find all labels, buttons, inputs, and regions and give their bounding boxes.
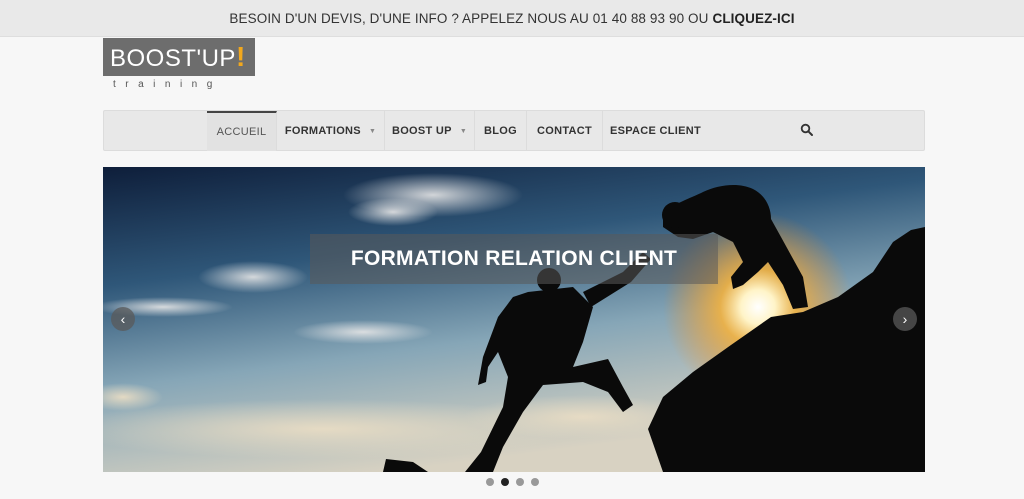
logo-box: BOOST'UP! — [103, 38, 255, 76]
nav-item-contact[interactable]: CONTACT — [527, 111, 603, 151]
slider-dot[interactable] — [516, 478, 524, 486]
slider-dot-active[interactable] — [501, 478, 509, 486]
top-banner: BESOIN D'UN DEVIS, D'UNE INFO ? APPELEZ … — [0, 0, 1024, 37]
nav-item-formations[interactable]: FORMATIONS ▼ — [277, 111, 385, 151]
slider-pagination — [486, 478, 539, 486]
nav-item-label: FORMATIONS — [284, 125, 361, 137]
nav-item-label: CONTACT — [536, 125, 593, 137]
nav-item-label: ACCUEIL — [216, 126, 267, 138]
nav-item-accueil[interactable]: ACCUEIL — [207, 111, 277, 151]
logo-brand: BOOST'UP — [110, 45, 236, 72]
nav-item-boost-up[interactable]: BOOST UP ▼ — [385, 111, 475, 151]
search-icon[interactable] — [800, 123, 814, 137]
nav-item-label: BOOST UP — [391, 125, 452, 137]
banner-cta-link[interactable]: CLIQUEZ-ICI — [712, 11, 794, 26]
slider-dot[interactable] — [486, 478, 494, 486]
slider-prev-button[interactable]: ‹ — [111, 307, 135, 331]
logo-tagline: training — [113, 79, 222, 90]
hero-slider: FORMATION RELATION CLIENT ‹ › — [103, 167, 925, 472]
nav-item-label: ESPACE CLIENT — [609, 125, 702, 137]
slider-next-button[interactable]: › — [893, 307, 917, 331]
slider-dot[interactable] — [531, 478, 539, 486]
nav-item-label: BLOG — [484, 125, 517, 137]
hero-image — [103, 167, 925, 472]
chevron-right-icon: › — [902, 311, 908, 327]
banner-message: BESOIN D'UN DEVIS, D'UNE INFO ? APPELEZ … — [229, 10, 709, 26]
caret-down-icon: ▼ — [368, 127, 377, 135]
main-navigation: ACCUEIL FORMATIONS ▼ BOOST UP ▼ BLOG CON… — [103, 110, 925, 151]
slide-caption: FORMATION RELATION CLIENT — [310, 234, 718, 284]
nav-item-espace-client[interactable]: ESPACE CLIENT — [603, 111, 708, 151]
logo-mark: ! — [235, 41, 246, 72]
caret-down-icon: ▼ — [459, 127, 468, 135]
chevron-left-icon: ‹ — [120, 311, 126, 327]
nav-item-blog[interactable]: BLOG — [475, 111, 527, 151]
site-logo[interactable]: BOOST'UP! training — [103, 38, 255, 98]
